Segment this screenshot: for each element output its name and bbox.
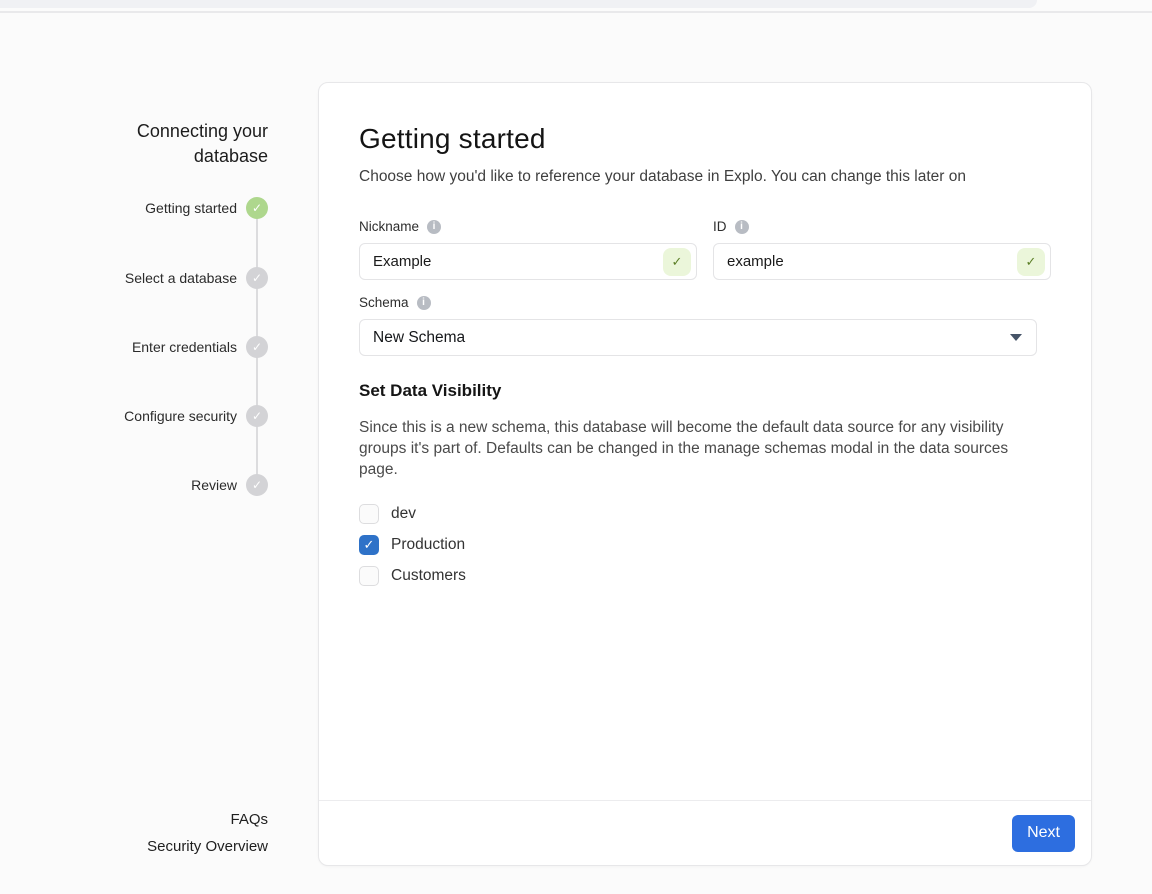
valid-check-icon: ✓ bbox=[663, 248, 691, 276]
data-visibility-heading: Set Data Visibility bbox=[359, 381, 1051, 401]
data-visibility-description: Since this is a new schema, this databas… bbox=[359, 418, 1049, 480]
checkbox-label: Customers bbox=[391, 567, 466, 585]
step-pending-check-icon: ✓ bbox=[246, 336, 268, 358]
step-complete-check-icon: ✓ bbox=[246, 197, 268, 219]
step-pending-check-icon: ✓ bbox=[246, 474, 268, 496]
checkbox-label: dev bbox=[391, 505, 416, 523]
page-subtitle: Choose how you'd like to reference your … bbox=[359, 168, 1051, 186]
card-footer: Next bbox=[319, 800, 1091, 865]
getting-started-card: Getting started Choose how you'd like to… bbox=[318, 82, 1092, 866]
id-value: example bbox=[727, 253, 784, 270]
security-overview-link[interactable]: Security Overview bbox=[58, 838, 268, 855]
id-field-group: ID i example ✓ bbox=[713, 219, 1051, 280]
next-button[interactable]: Next bbox=[1012, 815, 1075, 852]
step-pending-check-icon: ✓ bbox=[246, 405, 268, 427]
wizard-title: Connecting your database bbox=[58, 119, 268, 169]
schema-select[interactable]: New Schema bbox=[359, 319, 1037, 356]
schema-label: Schema bbox=[359, 295, 409, 310]
visibility-groups-list: dev ✓ Production Customers bbox=[359, 503, 1051, 586]
checkbox-checked[interactable]: ✓ bbox=[359, 535, 379, 555]
window-top-bar bbox=[0, 0, 1037, 8]
window-top-divider bbox=[0, 11, 1152, 13]
chevron-down-icon bbox=[1010, 334, 1022, 341]
stepper-item-select-database[interactable]: Select a database ✓ bbox=[40, 266, 268, 290]
id-input[interactable]: example ✓ bbox=[713, 243, 1051, 280]
step-label: Review bbox=[191, 477, 237, 493]
nickname-id-row: Nickname i Example ✓ ID i example ✓ bbox=[359, 219, 1051, 280]
nickname-input[interactable]: Example ✓ bbox=[359, 243, 697, 280]
visibility-group-production[interactable]: ✓ Production bbox=[359, 534, 1051, 555]
nickname-value: Example bbox=[373, 253, 431, 270]
stepper-item-configure-security[interactable]: Configure security ✓ bbox=[40, 404, 268, 428]
page-title: Getting started bbox=[359, 123, 1051, 155]
id-label: ID bbox=[713, 219, 727, 234]
checkbox-unchecked[interactable] bbox=[359, 504, 379, 524]
checkbox-label: Production bbox=[391, 536, 465, 554]
schema-selected-value: New Schema bbox=[373, 329, 465, 347]
info-icon[interactable]: i bbox=[427, 220, 441, 234]
visibility-group-dev[interactable]: dev bbox=[359, 503, 1051, 524]
info-icon[interactable]: i bbox=[417, 296, 431, 310]
faqs-link[interactable]: FAQs bbox=[58, 811, 268, 828]
step-label: Configure security bbox=[124, 408, 237, 424]
stepper-item-getting-started[interactable]: Getting started ✓ bbox=[40, 196, 268, 220]
step-label: Getting started bbox=[145, 200, 237, 216]
step-label: Select a database bbox=[125, 270, 237, 286]
schema-field-group: Schema i New Schema bbox=[359, 295, 1051, 356]
visibility-group-customers[interactable]: Customers bbox=[359, 565, 1051, 586]
stepper-item-review[interactable]: Review ✓ bbox=[40, 473, 268, 497]
checkbox-unchecked[interactable] bbox=[359, 566, 379, 586]
step-pending-check-icon: ✓ bbox=[246, 267, 268, 289]
nickname-field-group: Nickname i Example ✓ bbox=[359, 219, 697, 280]
step-label: Enter credentials bbox=[132, 339, 237, 355]
nickname-label: Nickname bbox=[359, 219, 419, 234]
info-icon[interactable]: i bbox=[735, 220, 749, 234]
valid-check-icon: ✓ bbox=[1017, 248, 1045, 276]
stepper-item-enter-credentials[interactable]: Enter credentials ✓ bbox=[40, 335, 268, 359]
